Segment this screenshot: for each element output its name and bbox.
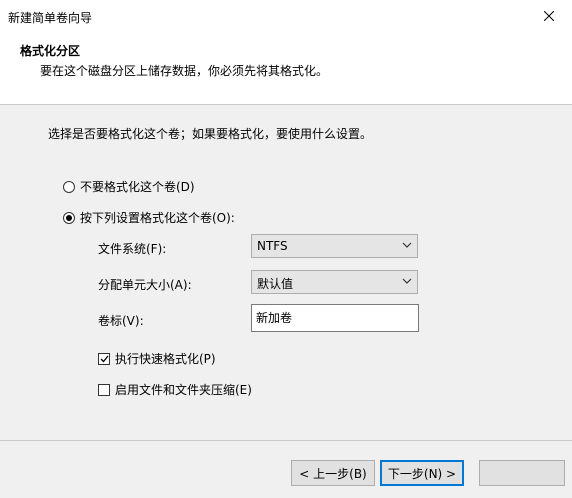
back-button[interactable]: < 上一步(B): [291, 460, 375, 486]
wizard-header: 格式化分区 要在这个磁盘分区上储存数据，你必须先将其格式化。: [0, 32, 572, 105]
close-button[interactable]: [526, 0, 572, 32]
page-subtitle: 要在这个磁盘分区上储存数据，你必须先将其格式化。: [40, 64, 329, 78]
compression-box[interactable]: [98, 383, 110, 396]
checkmark-icon: [100, 355, 109, 362]
quick-format-checkbox[interactable]: 执行快速格式化(P): [98, 350, 216, 367]
allocation-unit-select[interactable]: 默认值: [251, 270, 418, 294]
footer-divider: [0, 440, 572, 441]
file-system-value: NTFS: [257, 239, 288, 253]
chevron-down-icon: [402, 242, 412, 248]
volume-label-value: 新加卷: [256, 311, 293, 325]
instruction-text: 选择是否要格式化这个卷；如果要格式化，要使用什么设置。: [48, 127, 373, 141]
allocation-unit-value: 默认值: [257, 277, 294, 291]
page-title: 格式化分区: [20, 44, 81, 58]
volume-label-label: 卷标(V):: [98, 314, 144, 328]
file-system-select[interactable]: NTFS: [251, 234, 418, 258]
volume-label-input[interactable]: 新加卷: [251, 304, 419, 332]
wizard-content: 选择是否要格式化这个卷；如果要格式化，要使用什么设置。 不要格式化这个卷(D) …: [0, 105, 572, 441]
compression-checkbox[interactable]: 启用文件和文件夹压缩(E): [98, 381, 252, 398]
radio-format-circle[interactable]: [63, 211, 75, 224]
chevron-down-icon: [402, 278, 412, 284]
radio-format[interactable]: 按下列设置格式化这个卷(O):: [63, 209, 235, 226]
radio-format-label: 按下列设置格式化这个卷(O):: [80, 211, 235, 225]
next-button[interactable]: 下一步(N) >: [380, 460, 464, 486]
quick-format-box[interactable]: [98, 352, 110, 365]
file-system-label: 文件系统(F):: [98, 242, 167, 256]
title-bar: 新建简单卷向导: [0, 0, 572, 32]
radio-no-format-label: 不要格式化这个卷(D): [80, 180, 195, 194]
compression-label: 启用文件和文件夹压缩(E): [115, 383, 252, 397]
radio-no-format-circle[interactable]: [63, 180, 75, 193]
radio-no-format[interactable]: 不要格式化这个卷(D): [63, 178, 195, 195]
allocation-unit-label: 分配单元大小(A):: [98, 278, 192, 292]
cancel-button[interactable]: [479, 460, 565, 486]
window-title: 新建简单卷向导: [8, 11, 93, 25]
quick-format-label: 执行快速格式化(P): [115, 352, 216, 366]
close-icon: [544, 11, 554, 21]
